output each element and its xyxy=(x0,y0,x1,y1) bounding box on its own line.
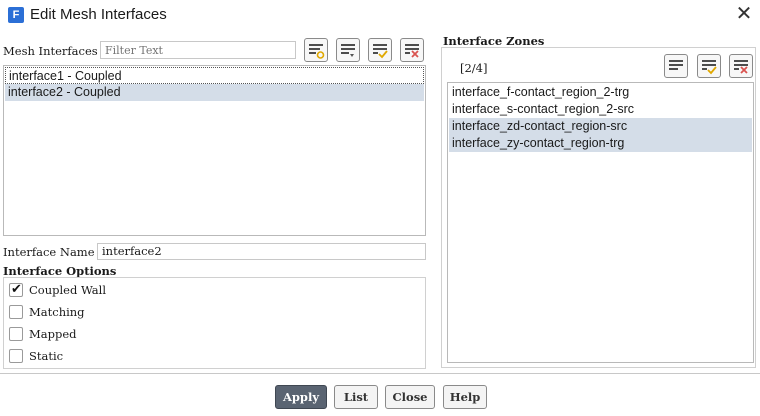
coupled-wall-checkbox[interactable] xyxy=(9,281,23,297)
list-item[interactable]: interface_f-contact_region_2-trg xyxy=(449,84,752,101)
help-button[interactable]: Help xyxy=(443,385,487,409)
mapped-checkbox[interactable] xyxy=(9,327,23,341)
list-icon xyxy=(669,60,683,70)
matching-checkbox[interactable] xyxy=(9,305,23,319)
list-item[interactable]: interface_zd-contact_region-src xyxy=(449,118,752,135)
mesh-interfaces-label: Mesh Interfaces xyxy=(3,44,98,58)
deselect-all-button[interactable] xyxy=(400,38,424,62)
filter-settings-icon xyxy=(309,44,325,59)
deselect-all-icon xyxy=(734,60,748,74)
apply-button[interactable]: Apply xyxy=(275,385,327,409)
list-item[interactable]: interface_zy-contact_region-trg xyxy=(449,135,752,152)
zones-count: [2/4] xyxy=(460,61,488,75)
deselect-all-icon xyxy=(405,44,419,58)
mapped-label: Mapped xyxy=(29,327,77,341)
interface-name-label: Interface Name xyxy=(3,245,95,259)
mesh-interfaces-list[interactable]: interface1 - Coupled interface2 - Couple… xyxy=(3,65,426,236)
select-all-icon xyxy=(702,60,717,75)
select-all-button[interactable] xyxy=(368,38,392,62)
static-label: Static xyxy=(29,349,64,363)
filter-options-button[interactable] xyxy=(304,38,328,62)
filter-input[interactable] xyxy=(100,41,296,59)
interface-zones-label: Interface Zones xyxy=(443,34,545,48)
coupled-wall-label: Coupled Wall xyxy=(29,283,107,297)
interface-zones-list[interactable]: interface_f-contact_region_2-trg interfa… xyxy=(447,82,754,363)
list-dropdown-icon xyxy=(341,44,355,57)
app-logo-icon: F xyxy=(8,7,24,23)
title-bar: F Edit Mesh Interfaces ✕ xyxy=(0,0,760,30)
interface-name-field[interactable]: interface2 xyxy=(97,243,426,260)
list-button[interactable]: List xyxy=(334,385,378,409)
list-item[interactable]: interface1 - Coupled xyxy=(5,67,424,84)
list-item[interactable]: interface_s-contact_region_2-src xyxy=(449,101,752,118)
footer-divider xyxy=(0,373,760,374)
zones-sort-button[interactable] xyxy=(664,54,688,78)
sort-menu-button[interactable] xyxy=(336,38,360,62)
zones-select-all-button[interactable] xyxy=(697,54,721,78)
window-title: Edit Mesh Interfaces xyxy=(30,6,167,23)
interface-options-label: Interface Options xyxy=(3,264,117,278)
static-checkbox[interactable] xyxy=(9,349,23,363)
select-all-icon xyxy=(373,44,388,59)
close-button[interactable]: Close xyxy=(385,385,435,409)
matching-label: Matching xyxy=(29,305,85,319)
close-window-icon[interactable]: ✕ xyxy=(733,3,755,25)
list-item[interactable]: interface2 - Coupled xyxy=(5,84,424,101)
zones-deselect-all-button[interactable] xyxy=(729,54,753,78)
